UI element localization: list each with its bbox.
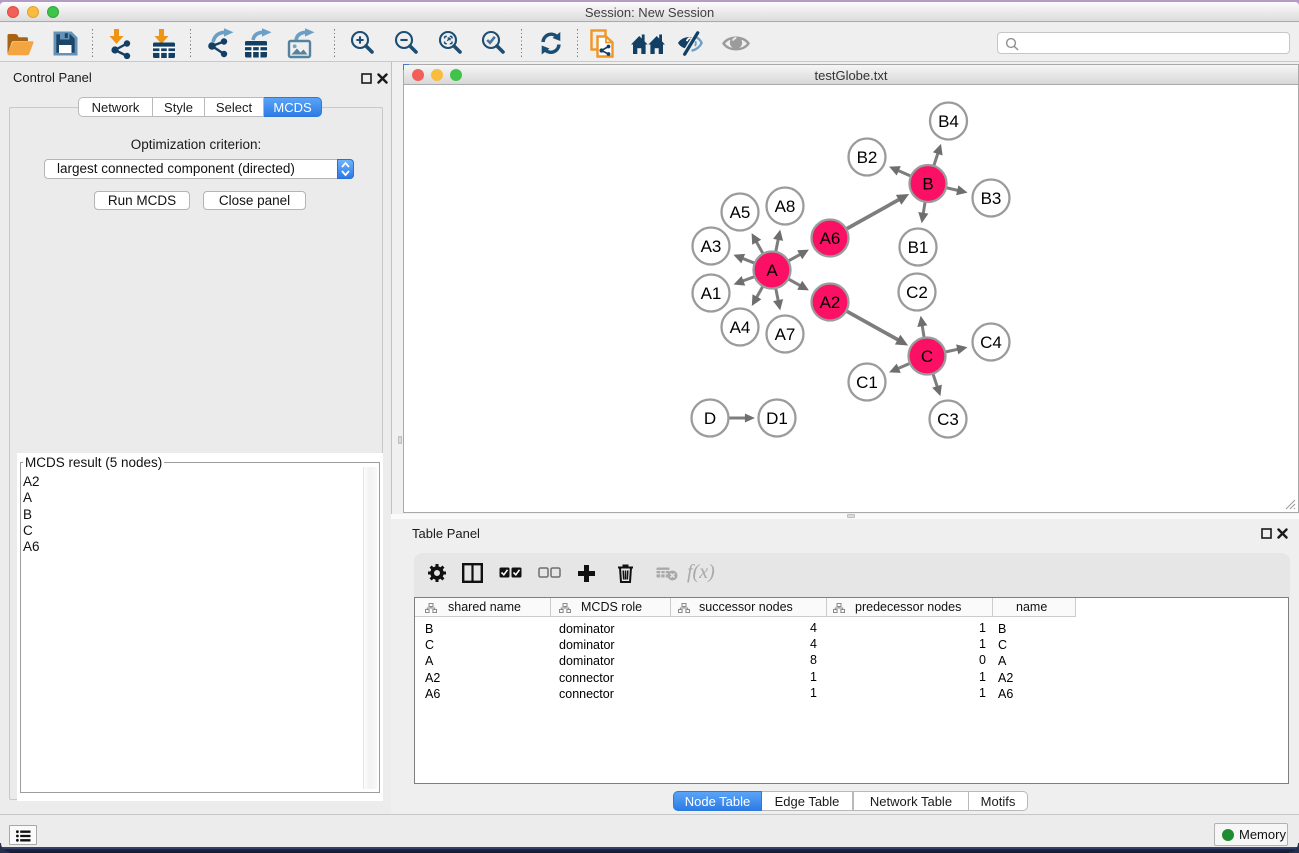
svg-text:A8: A8	[775, 197, 796, 216]
svg-text:A4: A4	[730, 318, 751, 337]
svg-text:D: D	[704, 409, 716, 428]
svg-text:C1: C1	[856, 373, 878, 392]
svg-text:A1: A1	[701, 284, 722, 303]
svg-text:D1: D1	[766, 409, 788, 428]
svg-text:B2: B2	[857, 148, 878, 167]
svg-text:C3: C3	[937, 410, 959, 429]
svg-text:A6: A6	[820, 229, 841, 248]
svg-text:C: C	[921, 347, 933, 366]
svg-text:B: B	[922, 175, 933, 194]
svg-text:B4: B4	[938, 112, 959, 131]
svg-text:C2: C2	[906, 283, 928, 302]
svg-text:A: A	[766, 261, 778, 280]
svg-text:C4: C4	[980, 333, 1002, 352]
svg-text:A2: A2	[820, 293, 841, 312]
svg-text:B3: B3	[981, 189, 1002, 208]
svg-text:B1: B1	[908, 238, 929, 257]
svg-text:A3: A3	[701, 237, 722, 256]
svg-text:A7: A7	[775, 325, 796, 344]
svg-text:A5: A5	[730, 203, 751, 222]
